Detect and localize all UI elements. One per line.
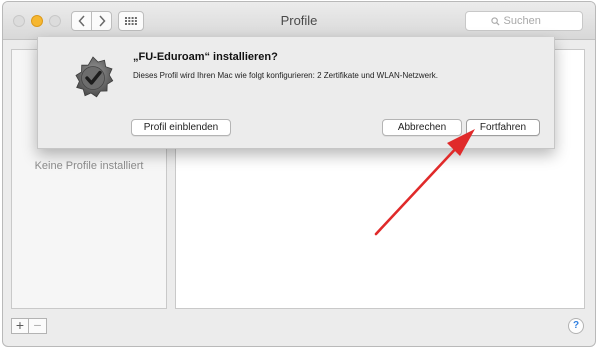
cancel-button[interactable]: Abbrechen xyxy=(382,119,462,136)
dialog-title: „FU-Eduroam“ installieren? xyxy=(133,51,278,63)
install-profile-dialog: „FU-Eduroam“ installieren? Dieses Profil… xyxy=(37,37,555,149)
dialog-message: Dieses Profil wird Ihren Mac wie folgt k… xyxy=(133,71,438,80)
add-remove-controls: + − xyxy=(11,318,47,334)
help-button[interactable]: ? xyxy=(568,318,584,334)
search-icon xyxy=(490,16,500,26)
continue-button[interactable]: Fortfahren xyxy=(466,119,540,136)
show-profile-button[interactable]: Profil einblenden xyxy=(131,119,231,136)
gear-check-icon xyxy=(75,56,114,98)
preferences-window: Profile Keine Profile installiert + − ? xyxy=(3,2,595,346)
empty-profiles-label: Keine Profile installiert xyxy=(34,160,144,172)
search-field[interactable] xyxy=(465,11,583,31)
search-input[interactable] xyxy=(503,15,558,27)
remove-profile-button[interactable]: − xyxy=(29,318,47,334)
title-bar: Profile xyxy=(3,2,595,40)
add-profile-button[interactable]: + xyxy=(11,318,29,334)
